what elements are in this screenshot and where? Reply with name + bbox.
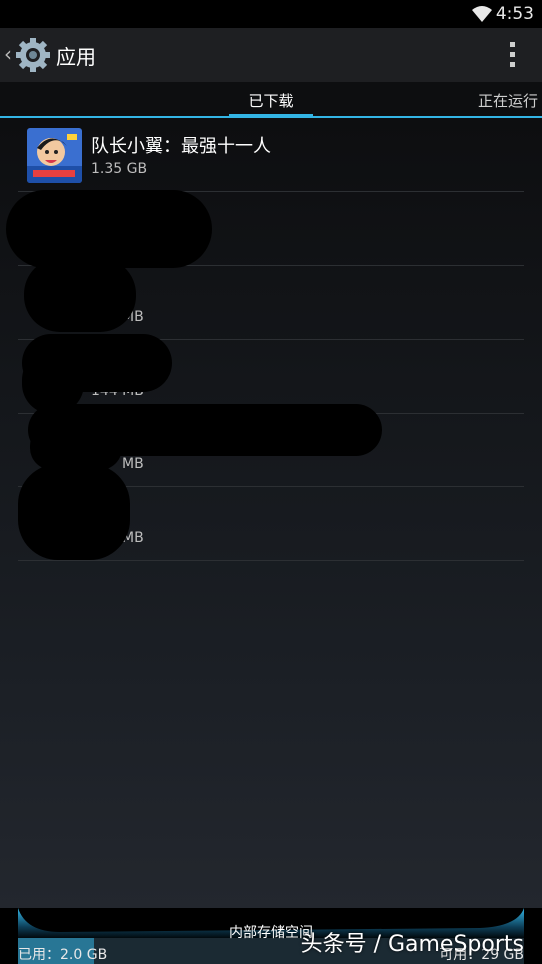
storage-used: 已用：2.0 GB — [18, 947, 108, 963]
clock: 4:53 — [495, 4, 534, 24]
tab-downloaded[interactable]: 已下载 — [229, 82, 313, 118]
watermark: 头条号 / GameSports — [300, 932, 524, 957]
app-size: MB — [122, 456, 144, 472]
app-size: 1.35 GB — [91, 161, 148, 177]
tab-running[interactable]: 正在运行 — [478, 82, 538, 118]
list-item[interactable]: 队长小翼：最强十一人 1.35 GB — [18, 118, 524, 192]
back-chevron-icon[interactable]: ‹ — [4, 42, 12, 66]
app-icon-captain-tsubasa — [27, 128, 82, 183]
action-bar: ‹ 应用 — [0, 28, 542, 82]
settings-gear-icon[interactable] — [14, 36, 52, 74]
app-name: 队长小翼：最强十一人 — [91, 136, 271, 157]
redaction-mark — [6, 190, 212, 268]
app-list: 队长小翼：最强十一人 1.35 GB MB 144 MB MB MB — [0, 118, 542, 908]
page-title: 应用 — [56, 45, 96, 69]
storage-bar: 内部存储空间 已用：2.0 GB 可用：29 GB 头条号 / GameSpor… — [0, 908, 542, 964]
status-bar: 4:53 — [0, 0, 542, 28]
tab-bar: 已下载 正在运行 — [0, 82, 542, 118]
overflow-menu-icon[interactable] — [508, 42, 516, 68]
redaction-mark — [18, 464, 130, 560]
wifi-icon — [472, 6, 492, 22]
redaction-mark — [24, 258, 136, 332]
